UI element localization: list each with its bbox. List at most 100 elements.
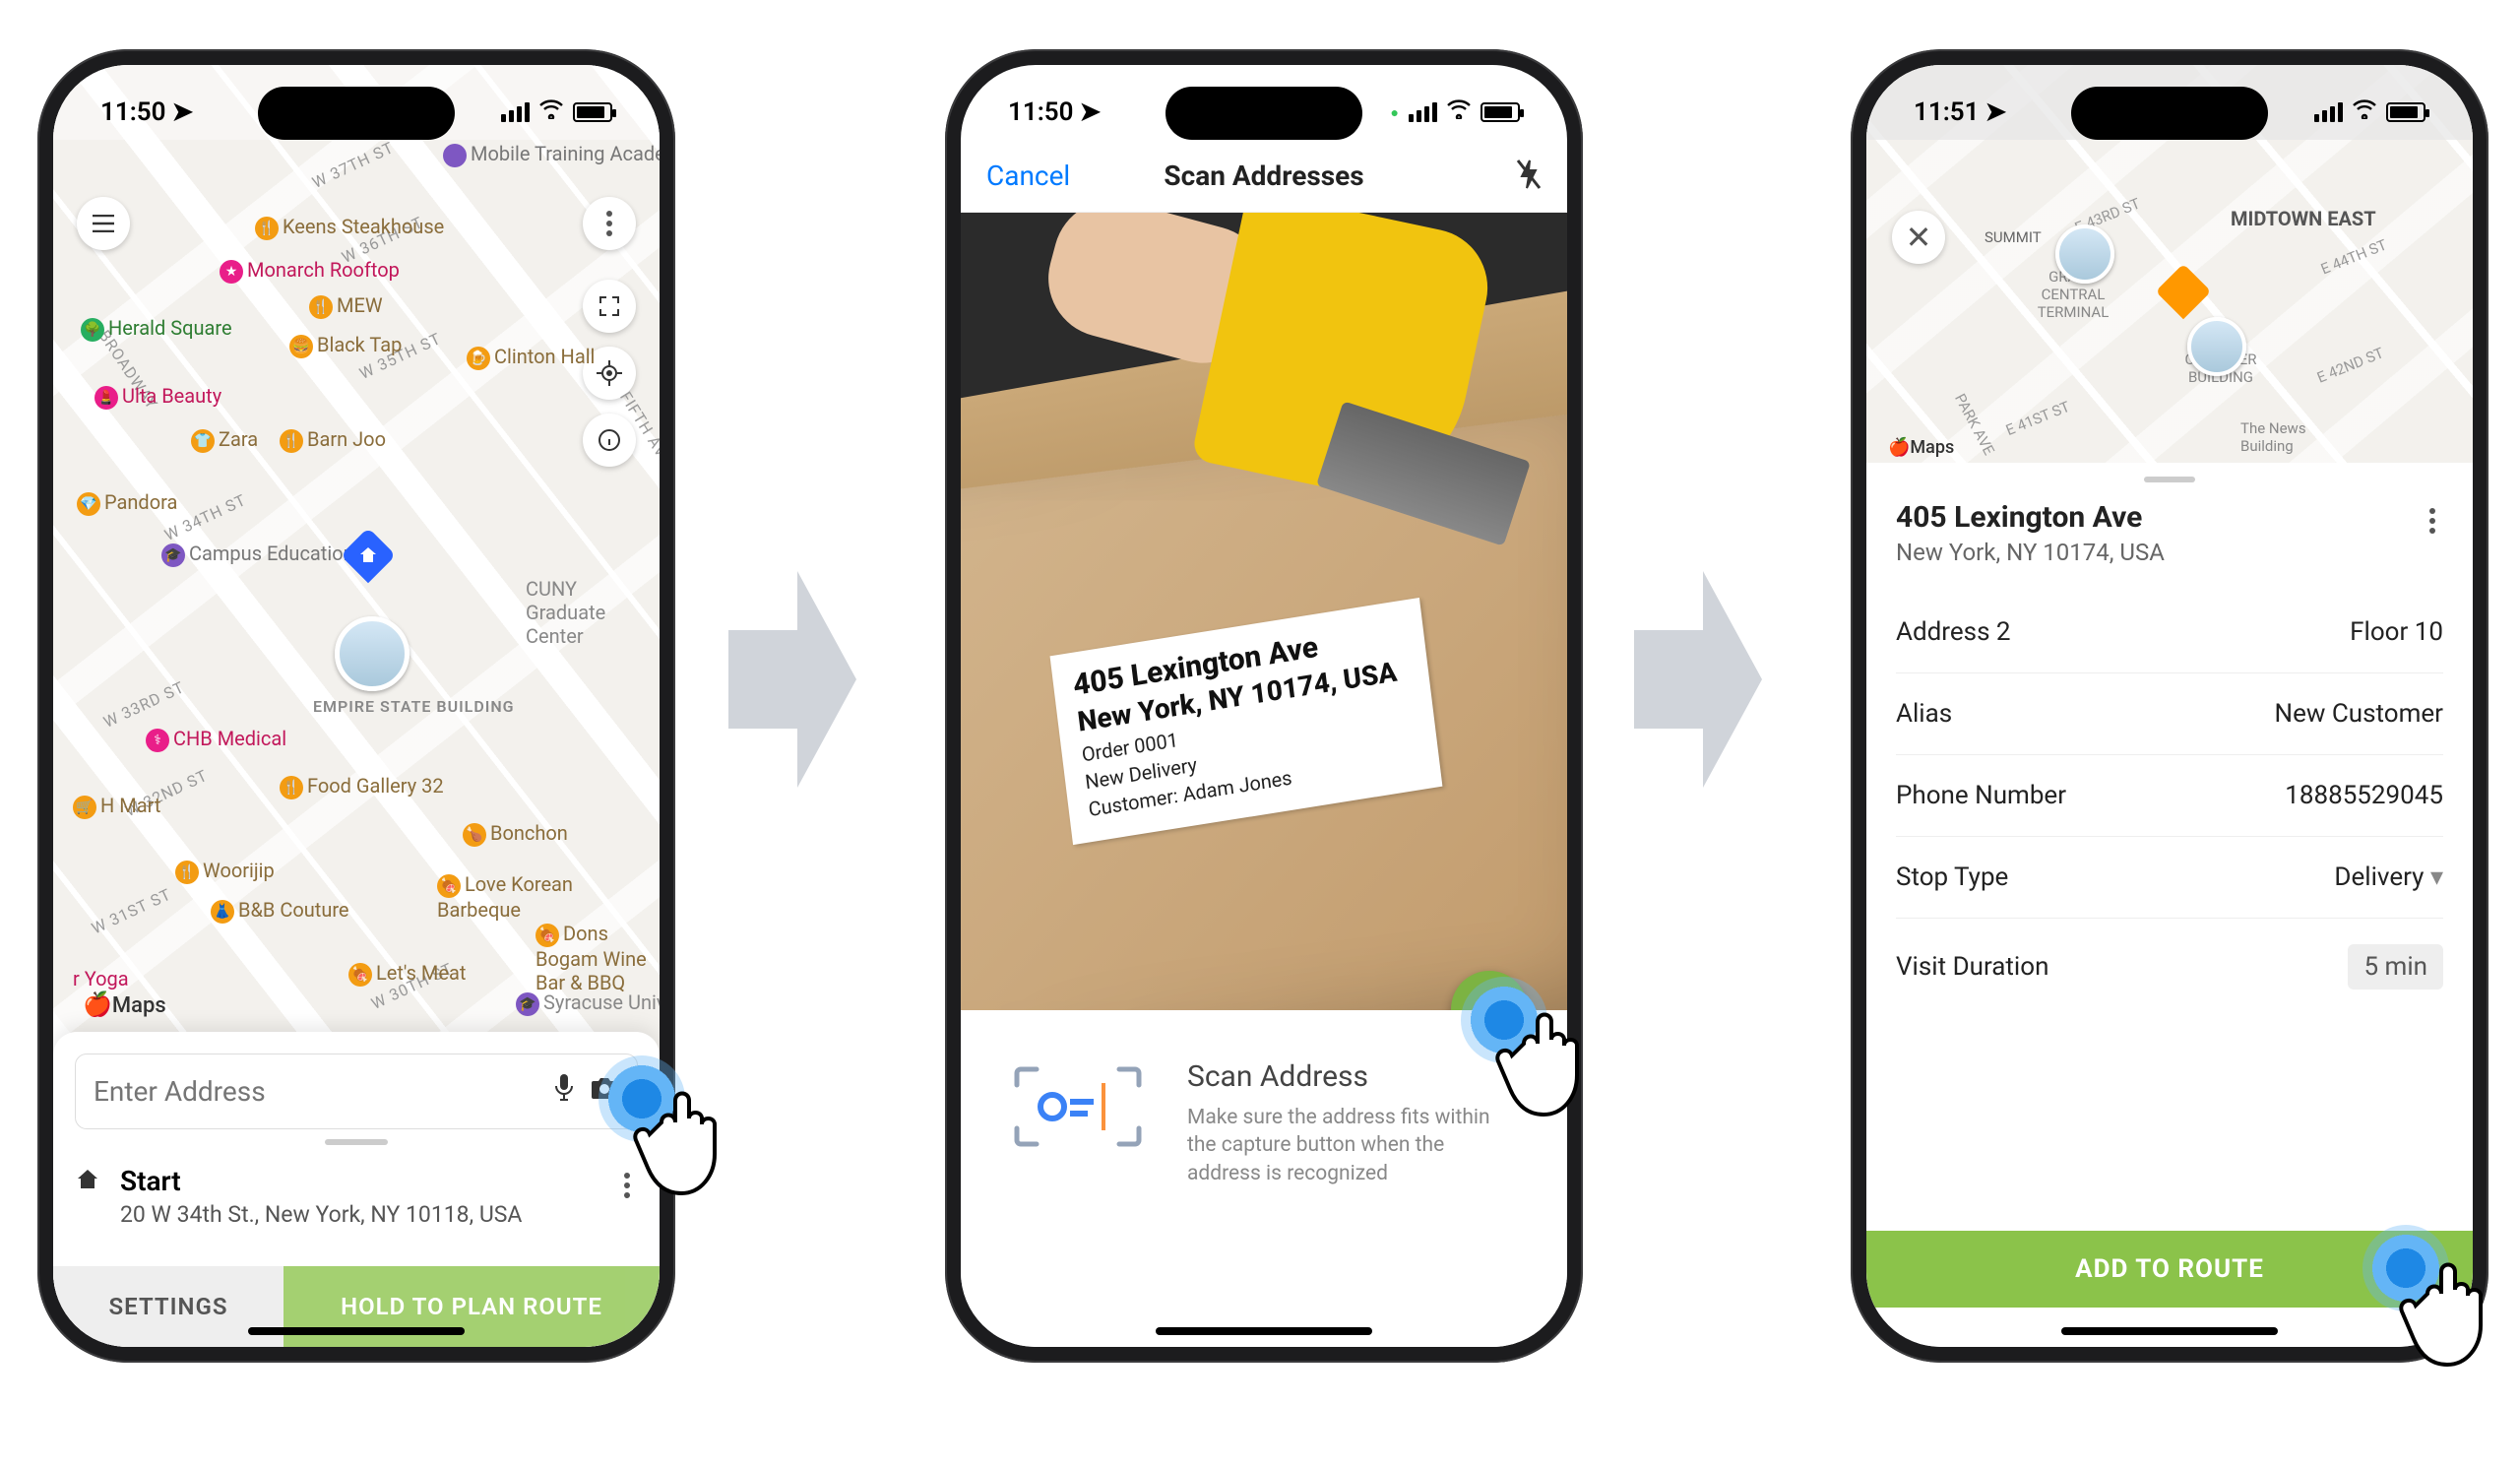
map-poi[interactable]: 🎓Campus Education bbox=[161, 542, 354, 567]
field-value: New Customer bbox=[2275, 699, 2443, 729]
wifi-icon bbox=[539, 99, 563, 125]
address-search-input[interactable] bbox=[94, 1075, 538, 1108]
camera-viewfinder: 405 Lexington Ave New York, NY 10174, US… bbox=[961, 213, 1567, 1010]
close-button[interactable]: ✕ bbox=[1892, 211, 1945, 264]
field-value: Delivery ▾ bbox=[2334, 862, 2443, 892]
field-key: Stop Type bbox=[1896, 862, 2008, 892]
map-poi[interactable]: 🍴Keens Steakhouse bbox=[255, 215, 444, 240]
scan-panel-description: Make sure the address fits within the ca… bbox=[1187, 1104, 1492, 1187]
map-poi[interactable]: 🍴MEW bbox=[309, 293, 383, 319]
field-value: 18885529045 bbox=[2285, 781, 2443, 810]
start-address: 20 W 34th St., New York, NY 10118, USA bbox=[120, 1201, 597, 1228]
phone-scan-screen: 11:50 ➤ ● Cancel Scan Addresses bbox=[945, 49, 1583, 1363]
district-label: MIDTOWN EAST bbox=[2231, 207, 2376, 230]
start-label: Start bbox=[120, 1165, 597, 1197]
field-phone[interactable]: Phone Number 18885529045 bbox=[1896, 755, 2443, 837]
status-time: 11:51 bbox=[1914, 97, 1980, 127]
field-address2[interactable]: Address 2 Floor 10 bbox=[1896, 592, 2443, 673]
map-poi[interactable]: ★Monarch Rooftop bbox=[220, 258, 400, 284]
landmark-pin-grand-central[interactable] bbox=[2055, 224, 2114, 284]
landmark-label: EMPIRE STATE BUILDING bbox=[313, 697, 515, 716]
map-poi[interactable]: 🍖Dons Bogam Wine Bar & BBQ bbox=[536, 922, 660, 994]
add-to-route-button[interactable]: ADD TO ROUTE bbox=[1866, 1231, 2473, 1308]
field-key: Alias bbox=[1896, 699, 1952, 729]
cancel-button[interactable]: Cancel bbox=[986, 160, 1070, 192]
field-key: Address 2 bbox=[1896, 617, 2011, 647]
phone-detail-screen: 11:51 ➤ ✕ MIDTOWN EAST SUMMIT GRAND CENT… bbox=[1851, 49, 2488, 1363]
menu-button[interactable] bbox=[77, 197, 130, 250]
kebab-icon bbox=[598, 203, 620, 244]
wifi-icon bbox=[1447, 99, 1471, 125]
scan-frame-icon bbox=[1004, 1059, 1152, 1154]
map-poi[interactable]: 🍖Let's Meat bbox=[348, 961, 466, 987]
settings-button[interactable]: SETTINGS bbox=[53, 1266, 284, 1347]
map-poi[interactable]: 🍔Black Tap bbox=[289, 333, 402, 358]
maps-attribution: 🍎Maps bbox=[1888, 437, 1954, 458]
address-title: 405 Lexington Ave bbox=[1896, 500, 2165, 535]
flash-off-icon[interactable] bbox=[1516, 159, 1542, 194]
map-poi[interactable]: 🛒H Mart bbox=[73, 794, 160, 819]
address-more[interactable] bbox=[2422, 500, 2443, 542]
landmark-label: The News Building bbox=[2240, 419, 2339, 455]
home-indicator[interactable] bbox=[1156, 1327, 1372, 1335]
status-time: 11:50 bbox=[1008, 97, 1074, 127]
map-poi[interactable]: CUNY Graduate Center bbox=[526, 577, 660, 648]
landmark-pin-chrysler[interactable] bbox=[2187, 317, 2246, 376]
map-poi[interactable]: Mobile Training Academy bbox=[443, 142, 660, 167]
start-row-more[interactable] bbox=[616, 1165, 638, 1206]
chevron-down-icon: ▾ bbox=[2430, 862, 2443, 892]
field-visit-duration[interactable]: Visit Duration 5 min bbox=[1896, 919, 2443, 1015]
sheet-drag-handle[interactable] bbox=[325, 1139, 388, 1145]
scan-instruction-panel: Scan Address Make sure the address fits … bbox=[961, 1010, 1567, 1347]
device-notch bbox=[1166, 87, 1362, 140]
sheet-drag-handle[interactable] bbox=[2144, 477, 2195, 482]
nav-bar: Cancel Scan Addresses bbox=[961, 140, 1567, 213]
flow-arrow-2 bbox=[1634, 551, 1762, 807]
map-poi[interactable]: ⚕CHB Medical bbox=[146, 727, 286, 752]
map-poi[interactable]: 👗B&B Couture bbox=[211, 898, 349, 924]
phone-map-screen: 11:50 ➤ W 37TH ST bbox=[37, 49, 675, 1363]
signal-icon bbox=[2314, 102, 2343, 122]
home-indicator[interactable] bbox=[248, 1327, 465, 1335]
landmark-pin-empire-state[interactable] bbox=[335, 616, 410, 691]
map-poi[interactable]: 👕Zara bbox=[191, 427, 258, 453]
map-poi[interactable]: r Yoga bbox=[73, 967, 129, 990]
battery-icon bbox=[2386, 102, 2426, 122]
home-icon bbox=[75, 1167, 100, 1196]
map-poi[interactable]: 🌳Herald Square bbox=[81, 316, 232, 342]
street-label: SUMMIT bbox=[1984, 228, 2042, 246]
home-indicator[interactable] bbox=[2061, 1327, 2278, 1335]
more-button[interactable] bbox=[583, 197, 636, 250]
search-sheet: Start 20 W 34th St., New York, NY 10118,… bbox=[53, 1032, 660, 1347]
maps-attribution: 🍎Maps bbox=[83, 990, 166, 1018]
field-value: Floor 10 bbox=[2350, 617, 2443, 647]
mic-icon[interactable] bbox=[552, 1072, 576, 1111]
signal-icon bbox=[1409, 102, 1437, 122]
fullscreen-button[interactable] bbox=[583, 280, 636, 333]
map-poi[interactable]: 🍖Love Korean Barbeque bbox=[437, 872, 585, 922]
device-notch bbox=[2071, 87, 2268, 140]
map-poi[interactable]: 🍴Food Gallery 32 bbox=[280, 774, 444, 799]
info-button[interactable] bbox=[583, 414, 636, 467]
address-search-field[interactable] bbox=[75, 1054, 638, 1129]
camera-icon[interactable] bbox=[590, 1075, 619, 1108]
map-poi[interactable]: 🍗Bonchon bbox=[463, 821, 568, 847]
map-poi[interactable]: 💄Ulta Beauty bbox=[94, 384, 221, 410]
page-title: Scan Addresses bbox=[1164, 160, 1363, 192]
map-poi[interactable]: 🍺Clinton Hall bbox=[467, 345, 595, 370]
location-arrow-icon: ➤ bbox=[1985, 97, 2007, 127]
field-alias[interactable]: Alias New Customer bbox=[1896, 673, 2443, 755]
map-poi[interactable]: 🍴Woorijip bbox=[175, 859, 275, 884]
device-notch bbox=[258, 87, 455, 140]
start-row[interactable]: Start 20 W 34th St., New York, NY 10118,… bbox=[75, 1165, 638, 1228]
map-poi[interactable]: 🍴Barn Joo bbox=[280, 427, 386, 453]
map-poi[interactable]: 🎓Syracuse University bbox=[516, 990, 660, 1016]
flow-arrow-1 bbox=[728, 551, 856, 807]
map-poi[interactable]: 💎Pandora bbox=[77, 490, 177, 516]
battery-icon bbox=[573, 102, 612, 122]
field-value-chip[interactable]: 5 min bbox=[2348, 944, 2443, 990]
scan-panel-title: Scan Address bbox=[1187, 1059, 1492, 1094]
wifi-icon bbox=[2353, 99, 2376, 125]
field-stop-type[interactable]: Stop Type Delivery ▾ bbox=[1896, 837, 2443, 919]
battery-icon bbox=[1480, 102, 1520, 122]
